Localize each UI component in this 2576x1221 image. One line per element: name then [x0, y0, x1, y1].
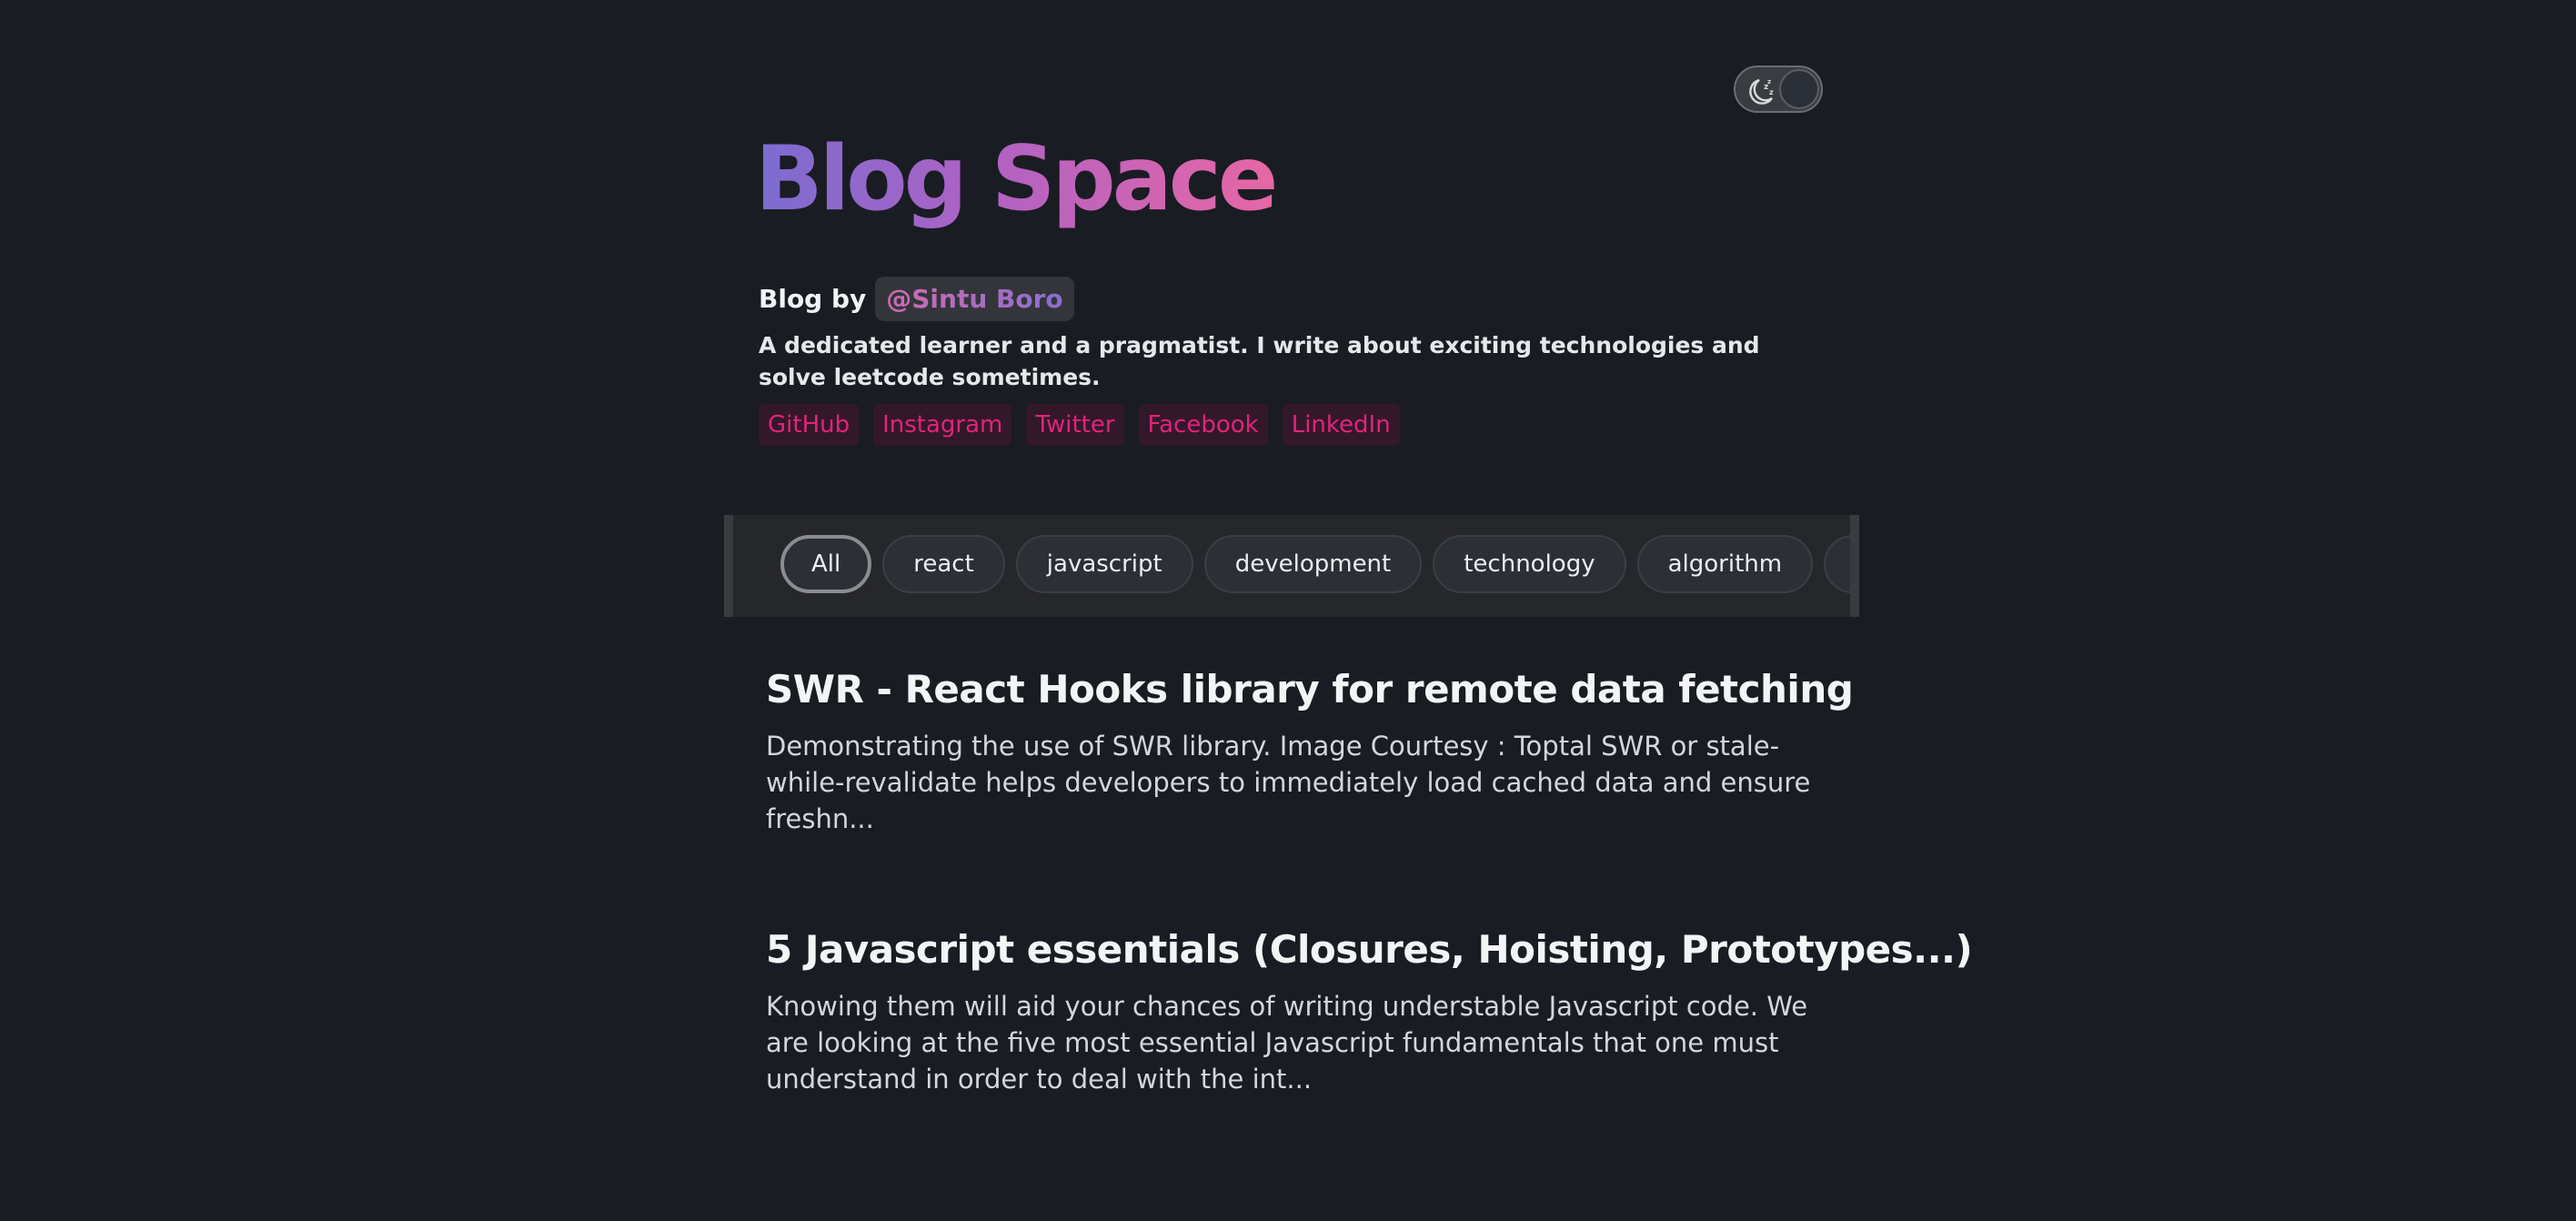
post-title[interactable]: 5 Javascript essentials (Closures, Hoist… — [766, 924, 1973, 975]
author-handle[interactable]: @Sintu Boro — [875, 276, 1074, 321]
svg-text:z: z — [1767, 78, 1771, 86]
tag-javascript[interactable]: javascript — [1015, 535, 1193, 593]
svg-text:z: z — [1769, 88, 1774, 96]
author-bio: A dedicated learner and a pragmatist. I … — [759, 332, 1760, 390]
byline: Blog by @Sintu Boro — [759, 273, 1074, 324]
post-excerpt: Knowing them will aid your chances of wr… — [766, 991, 1808, 1095]
tag-sys[interactable]: sys — [1824, 535, 1850, 593]
post-title[interactable]: SWR - React Hooks library for remote dat… — [766, 664, 1854, 715]
author-handle-text: @Sintu Boro — [886, 283, 1063, 314]
blog-page: z z z Blog Space Blog by @Sintu Boro A d… — [0, 0, 2576, 1221]
moon-sleep-icon: z z z — [1749, 78, 1774, 105]
byline-prefix: Blog by — [759, 283, 867, 314]
post-card[interactable]: SWR - React Hooks library for remote dat… — [766, 664, 1854, 837]
site-title: Blog Space — [755, 120, 1278, 238]
social-link-twitter[interactable]: Twitter — [1026, 404, 1124, 446]
social-link-instagram[interactable]: Instagram — [873, 404, 1012, 446]
post-card[interactable]: 5 Javascript essentials (Closures, Hoist… — [766, 924, 1973, 1097]
toggle-knob — [1779, 69, 1819, 109]
post-excerpt: Demonstrating the use of SWR library. Im… — [766, 731, 1811, 834]
social-link-linkedin[interactable]: LinkedIn — [1282, 404, 1400, 446]
tag-technology[interactable]: technology — [1433, 535, 1626, 593]
theme-toggle[interactable]: z z z — [1734, 66, 1823, 113]
tag-algorithm[interactable]: algorithm — [1636, 535, 1814, 593]
tag-react[interactable]: react — [882, 535, 1005, 593]
social-link-facebook[interactable]: Facebook — [1138, 404, 1268, 446]
social-link-github[interactable]: GitHub — [759, 404, 860, 446]
tag-filter-bar[interactable]: All react javascript development technol… — [724, 515, 1859, 617]
tag-all[interactable]: All — [780, 535, 872, 593]
tag-track: All react javascript development technol… — [780, 535, 1850, 593]
social-links: GitHub Instagram Twitter Facebook Linked… — [759, 404, 1400, 446]
tag-development[interactable]: development — [1203, 535, 1423, 593]
